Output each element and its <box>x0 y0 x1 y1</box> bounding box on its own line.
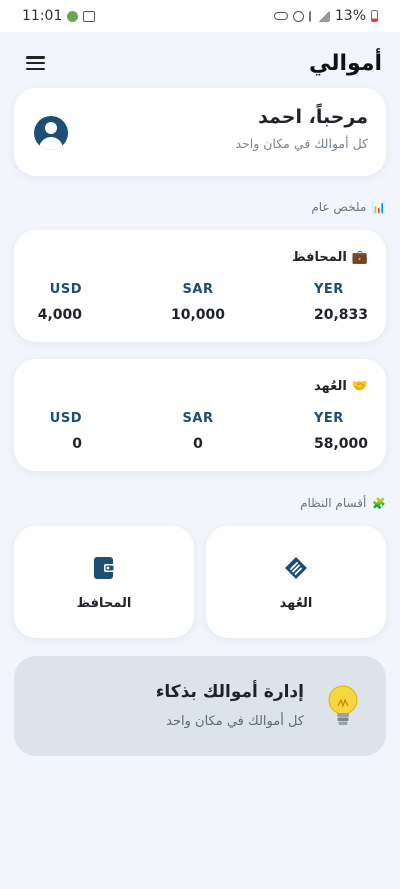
wallets-sar-column: SAR 10,000 <box>171 282 225 323</box>
custody-card-title-text: العُهد <box>314 379 347 394</box>
wallets-summary-card[interactable]: 💼 المحافظ YER 20,833 SAR 10,000 USD 4,00… <box>14 230 386 342</box>
currency-code: USD <box>49 411 82 426</box>
handshake-icon <box>285 556 307 579</box>
bar-chart-icon: 📊 <box>372 200 386 214</box>
currency-code: SAR <box>182 411 214 426</box>
currency-code: YER <box>313 282 344 297</box>
wallets-yer-column: YER 20,833 <box>314 282 368 323</box>
tip-title: إدارة أموالك بذكاء <box>155 682 304 702</box>
welcome-subtitle: كل أموالك في مكان واحد <box>235 136 368 151</box>
user-avatar-icon[interactable] <box>34 116 68 150</box>
currency-code: USD <box>49 282 82 297</box>
wallets-usd-column: USD 4,000 <box>32 282 82 323</box>
handshake-icon: 🤝 <box>351 379 368 394</box>
status-time: 11:01 <box>22 8 63 24</box>
puzzle-icon: 🧩 <box>372 496 386 510</box>
battery-icon <box>371 10 378 22</box>
custody-sar-column: SAR 0 <box>173 411 223 452</box>
currency-code: SAR <box>182 282 214 297</box>
briefcase-icon: 💼 <box>351 250 368 265</box>
signal-icon <box>317 10 330 22</box>
currency-amount: 0 <box>72 436 82 452</box>
tip-card: إدارة أموالك بذكاء كل أموالك في مكان واح… <box>14 656 386 756</box>
wallets-card-title: 💼 المحافظ <box>292 250 368 265</box>
sections-label-text: أقسام النظام <box>300 496 367 510</box>
currency-amount: 58,000 <box>313 436 368 452</box>
custody-section-tile[interactable]: العُهد <box>206 526 386 638</box>
app-bar: أموالي <box>0 32 400 94</box>
wallet-icon <box>94 556 115 579</box>
custody-summary-card[interactable]: 🤝 العُهد YER 58,000 SAR 0 USD 0 <box>14 359 386 471</box>
currency-code: YER <box>313 411 344 426</box>
custody-yer-column: YER 58,000 <box>314 411 368 452</box>
welcome-title: مرحباً، احمد <box>258 106 368 128</box>
lightbulb-icon <box>328 685 358 725</box>
welcome-card: مرحباً، احمد كل أموالك في مكان واحد <box>14 88 386 176</box>
notification-app-icon <box>67 10 79 22</box>
wallets-section-tile[interactable]: المحافظ <box>14 526 194 638</box>
battery-percent: 13% <box>334 8 366 24</box>
wallets-card-title-text: المحافظ <box>292 250 347 265</box>
custody-usd-column: USD 0 <box>32 411 82 452</box>
image-notification-icon <box>83 10 96 22</box>
summary-section-label: 📊 ملخص عام <box>311 200 386 214</box>
tip-subtitle: كل أموالك في مكان واحد <box>166 714 304 729</box>
currency-amount: 10,000 <box>170 307 225 323</box>
currency-amount: 20,833 <box>313 307 368 323</box>
status-bar: 11:01 13% <box>0 0 400 32</box>
key-icon <box>273 12 288 20</box>
custody-tile-label: العُهد <box>279 595 313 611</box>
wallets-tile-label: المحافظ <box>76 595 132 611</box>
custody-card-title: 🤝 العُهد <box>314 379 368 394</box>
hamburger-menu-icon[interactable] <box>26 54 48 72</box>
summary-section-text: ملخص عام <box>311 200 367 214</box>
app-title: أموالي <box>308 50 382 76</box>
hotspot-icon <box>308 10 313 22</box>
sections-label: 🧩 أقسام النظام <box>300 496 386 510</box>
currency-amount: 0 <box>193 436 203 452</box>
currency-amount: 4,000 <box>37 307 82 323</box>
alarm-icon <box>292 10 304 22</box>
